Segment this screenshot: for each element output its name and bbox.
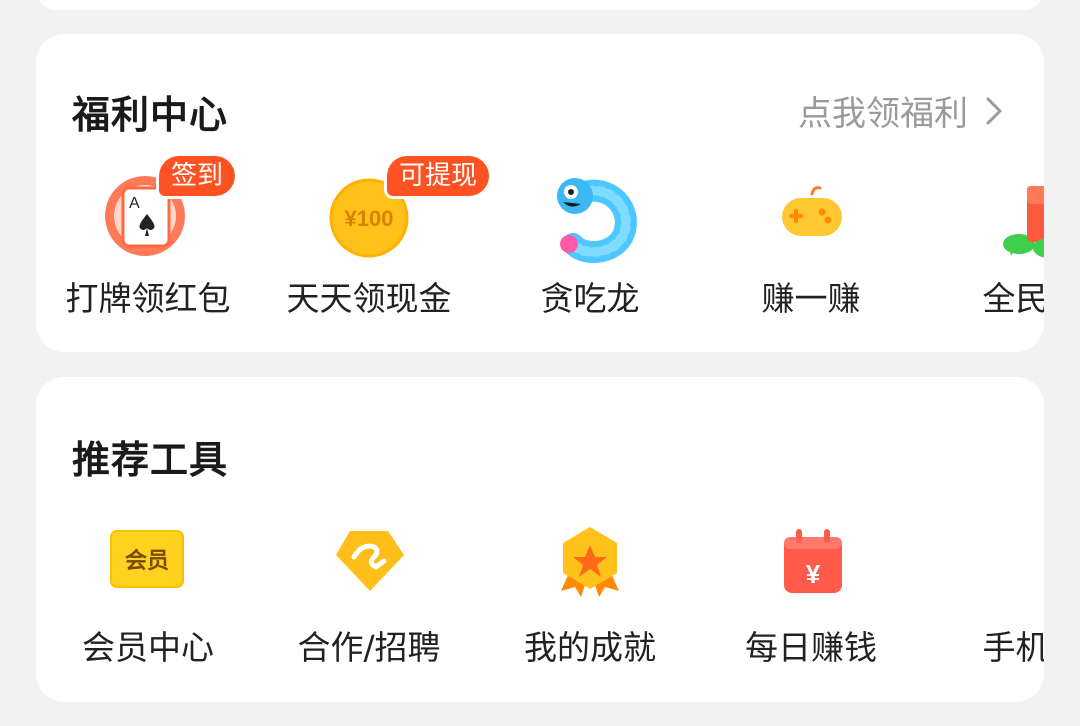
welfare-item-label: 全民种 — [982, 279, 1045, 318]
recommended-tools-card: 推荐工具 会员 会员中心 合作/招聘 我的成就 ¥ 每日赚钱 充 手机 — [36, 377, 1044, 702]
tool-item-vip-center[interactable]: 会员 会员中心 — [48, 517, 248, 677]
tools-item-row: 会员 会员中心 合作/招聘 我的成就 ¥ 每日赚钱 充 手机 — [36, 517, 1044, 677]
tool-item-phone-recharge[interactable]: 充 手机充 — [932, 517, 1045, 677]
svg-text:¥: ¥ — [806, 559, 821, 589]
welfare-more-link[interactable]: 点我领福利 — [798, 86, 1002, 135]
tool-item-label: 每日赚钱 — [745, 628, 877, 667]
welfare-item-label: 天天领现金 — [286, 279, 452, 318]
tool-item-label: 我的成就 — [524, 628, 656, 667]
welfare-item-card-game[interactable]: A 签到 打牌领红包 — [48, 156, 248, 336]
welfare-item-planting[interactable]: 全民种 — [932, 156, 1044, 336]
recommended-tools-title: 推荐工具 — [72, 438, 229, 482]
welfare-item-row: A 签到 打牌领红包 ¥100 可提现 天天领现金 贪吃龙 赚一赚 全民 — [36, 156, 1044, 336]
tool-item-achievements[interactable]: 我的成就 — [490, 517, 690, 677]
tool-item-label: 手机充 — [982, 628, 1045, 667]
welfare-item-label: 赚一赚 — [761, 279, 861, 318]
welfare-item-label: 贪吃龙 — [540, 279, 640, 318]
snake-icon — [557, 178, 637, 263]
welfare-item-earn[interactable]: 赚一赚 — [711, 156, 911, 336]
withdrawable-badge: 可提现 — [387, 156, 490, 196]
checkin-badge: 签到 — [159, 156, 236, 196]
tool-item-label: 会员中心 — [82, 628, 214, 667]
phone-recharge-icon: 充 — [977, 517, 1044, 617]
svg-text:会员: 会员 — [125, 548, 169, 574]
calendar-yuan-icon: ¥ — [784, 529, 842, 593]
welfare-more-label: 点我领福利 — [798, 94, 968, 134]
tool-item-label: 合作/招聘 — [297, 628, 441, 667]
tool-item-cooperation[interactable]: 合作/招聘 — [269, 517, 469, 677]
red-packet-plant-icon — [1003, 186, 1044, 258]
welfare-item-daily-cash[interactable]: ¥100 可提现 天天领现金 — [269, 156, 490, 336]
previous-card — [36, 0, 1044, 10]
chevron-right-icon — [986, 97, 1002, 124]
tool-item-daily-earn[interactable]: ¥ 每日赚钱 — [711, 517, 911, 677]
svg-text:¥100: ¥100 — [345, 206, 394, 231]
welfare-center-card: 福利中心 点我领福利 A 签到 打牌领红包 ¥100 可提现 天天领现金 贪吃龙… — [36, 34, 1044, 352]
achievement-medal-icon — [561, 527, 619, 597]
welfare-item-snake-game[interactable]: 贪吃龙 — [490, 156, 690, 336]
vip-card-icon: 会员 — [110, 530, 184, 588]
handshake-icon — [336, 531, 404, 591]
welfare-center-title: 福利中心 — [72, 93, 229, 137]
gamepad-icon — [782, 186, 842, 236]
welfare-item-label: 打牌领红包 — [65, 279, 231, 318]
svg-text:A: A — [129, 195, 140, 212]
